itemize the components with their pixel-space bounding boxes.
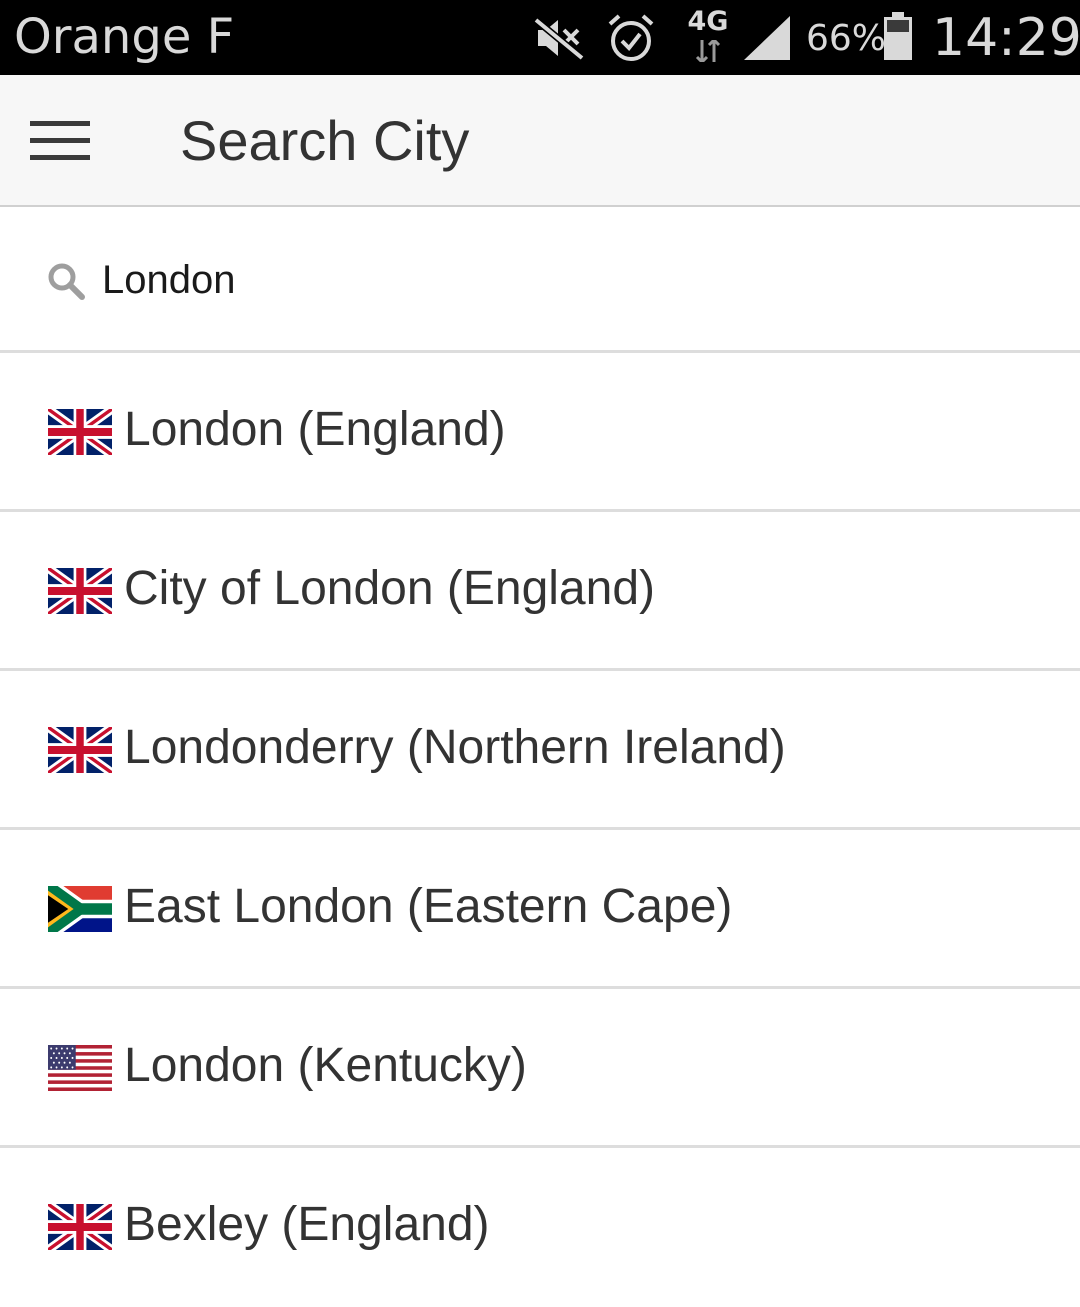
uk-flag-icon [48, 727, 112, 773]
list-item[interactable]: East London (Eastern Cape) [0, 830, 1080, 989]
search-bar [0, 207, 1080, 353]
search-icon [48, 263, 85, 300]
network-type: 4G [687, 6, 729, 37]
list-item[interactable]: City of London (England) [0, 512, 1080, 671]
result-label: East London (Eastern Cape) [124, 880, 733, 933]
clock: 14:29 [932, 8, 1080, 68]
list-item[interactable]: London (England) [0, 353, 1080, 512]
result-label: City of London (England) [124, 562, 655, 615]
app-bar: Search City [0, 75, 1080, 207]
result-label: Londonderry (Northern Ireland) [124, 721, 786, 774]
battery-icon [884, 12, 912, 60]
uk-flag-icon [48, 568, 112, 614]
carrier-name: Orange F [14, 9, 235, 65]
search-input[interactable] [102, 247, 1042, 313]
list-item[interactable]: Londonderry (Northern Ireland) [0, 671, 1080, 830]
result-label: London (England) [124, 403, 506, 456]
south-africa-flag-icon [48, 886, 112, 932]
mute-icon [533, 17, 585, 61]
list-item[interactable]: London (Kentucky) [0, 989, 1080, 1148]
alarm-icon [608, 14, 654, 61]
uk-flag-icon [48, 1204, 112, 1250]
hamburger-menu-icon[interactable] [18, 103, 102, 179]
page-title: Search City [180, 109, 470, 172]
status-bar: Orange F 4G 66% 14:29 [0, 0, 1080, 75]
result-label: London (Kentucky) [124, 1039, 527, 1092]
data-arrows-icon [695, 40, 721, 62]
uk-flag-icon [48, 409, 112, 455]
battery-percent: 66% [806, 18, 887, 59]
list-item[interactable]: Bexley (England) [0, 1148, 1080, 1307]
result-label: Bexley (England) [124, 1198, 490, 1251]
usa-flag-icon [48, 1045, 112, 1091]
signal-icon [744, 16, 790, 60]
results-list: London (England) City of London (England… [0, 353, 1080, 1307]
